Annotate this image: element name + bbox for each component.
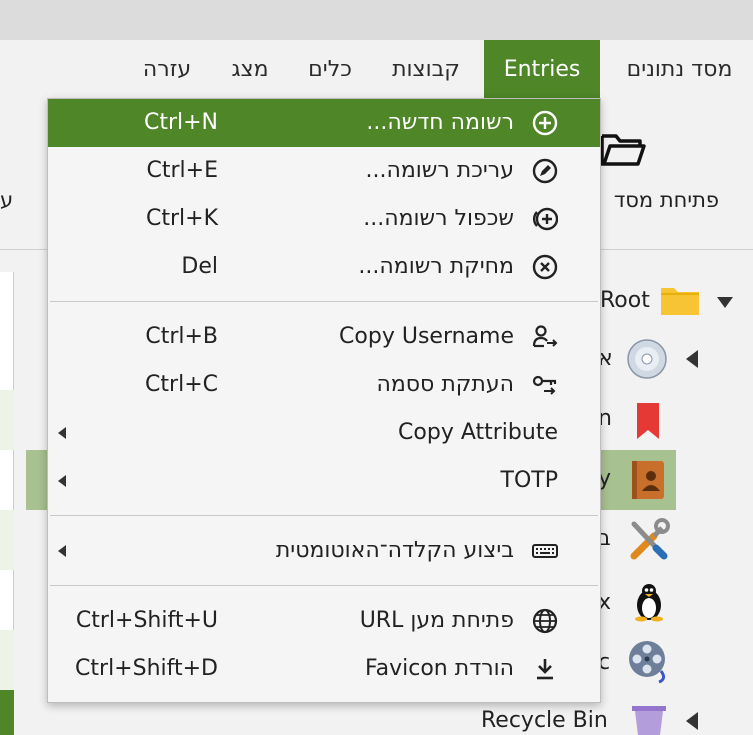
menu-item-label: Copy Attribute (398, 420, 558, 445)
menu-help[interactable]: עזרה (126, 40, 208, 98)
menu-groups[interactable]: קבוצות (374, 40, 478, 98)
menu-separator (50, 301, 598, 302)
menu-item-copy-username[interactable]: Copy Username Ctrl+B (48, 313, 600, 361)
menubar: מסד נתונים Entries קבוצות כלים מצג עזרה (0, 40, 753, 98)
menu-item-shortcut: Ctrl+Shift+D (75, 656, 218, 681)
menu-item-shortcut: Ctrl+N (143, 110, 218, 135)
contact-book-icon (632, 461, 664, 499)
cd-icon (627, 339, 667, 379)
expand-arrow-icon[interactable] (686, 712, 698, 730)
menu-item-new-entry[interactable]: רשומה חדשה... Ctrl+N (48, 99, 600, 147)
linux-icon (635, 584, 663, 622)
menu-database[interactable]: מסד נתונים (606, 40, 753, 98)
menu-separator (50, 515, 598, 516)
user-copy-icon (532, 325, 558, 348)
menu-item-shortcut: Ctrl+E (146, 158, 218, 183)
menu-item-label: העתקת ססמה (376, 372, 514, 397)
add-circle-icon (532, 110, 558, 136)
delete-circle-icon (532, 254, 558, 280)
expand-arrow-icon[interactable] (686, 350, 698, 368)
menu-item-shortcut: Ctrl+K (145, 206, 218, 231)
menu-item-shortcut: Ctrl+B (145, 324, 218, 349)
toolbar-button-label-clipped[interactable]: ע (0, 188, 13, 212)
menu-item-label: שכפול רשומה... (363, 206, 514, 231)
menu-item-shortcut: Del (181, 254, 218, 279)
bookmark-icon (637, 403, 659, 439)
submenu-arrow-icon (58, 475, 66, 487)
tree-root-label[interactable]: Root (600, 288, 650, 313)
menu-item-delete-entry[interactable]: מחיקת רשומה... Del (48, 243, 600, 291)
open-folder-icon[interactable] (598, 130, 646, 170)
recycle-bin-icon (632, 706, 666, 735)
window-titlebar (0, 0, 753, 40)
menu-item-label: עריכת רשומה... (365, 158, 515, 183)
menu-item-edit-entry[interactable]: עריכת רשומה... Ctrl+E (48, 147, 600, 195)
submenu-arrow-icon (58, 427, 66, 439)
menu-view[interactable]: מצג (214, 40, 286, 98)
tools-icon (630, 518, 670, 560)
menu-separator (50, 585, 598, 586)
tree-recycle-bin-label[interactable]: Recycle Bin (481, 708, 608, 733)
menu-tools[interactable]: כלים (292, 40, 368, 98)
film-reel-icon (629, 641, 666, 684)
menu-item-perform-autotype[interactable]: ביצוע הקלדה־האוטומטית (48, 527, 600, 575)
entries-menu-dropdown: רשומה חדשה... Ctrl+N עריכת רשומה... Ctrl… (47, 98, 601, 703)
menu-item-open-url[interactable]: פתיחת מען URL Ctrl+Shift+U (48, 597, 600, 645)
menu-item-label: הורדת Favicon (365, 656, 514, 681)
menu-item-copy-attribute[interactable]: Copy Attribute (48, 409, 600, 457)
expand-arrow-icon[interactable] (717, 297, 733, 308)
menu-item-totp[interactable]: TOTP (48, 457, 600, 505)
menu-item-label: Copy Username (339, 324, 514, 349)
keyboard-icon (532, 544, 558, 558)
globe-icon (532, 608, 558, 634)
clone-icon (532, 207, 558, 231)
menu-entries[interactable]: Entries (484, 40, 600, 98)
open-database-button-label[interactable]: פתיחת מסד (614, 188, 719, 212)
menu-item-label: ביצוע הקלדה־האוטומטית (275, 538, 514, 563)
menu-item-shortcut: Ctrl+Shift+U (75, 608, 218, 633)
download-icon (537, 659, 553, 680)
key-copy-icon (532, 375, 557, 395)
edit-circle-icon (532, 158, 558, 184)
menu-item-download-favicon[interactable]: הורדת Favicon Ctrl+Shift+D (48, 645, 600, 693)
menu-item-label: רשומה חדשה... (366, 110, 514, 135)
folder-icon (661, 288, 699, 315)
menu-item-label: מחיקת רשומה... (358, 254, 514, 279)
menu-item-label: TOTP (500, 468, 558, 493)
menu-item-label: פתיחת מען URL (359, 608, 514, 633)
menu-item-clone-entry[interactable]: שכפול רשומה... Ctrl+K (48, 195, 600, 243)
menu-item-shortcut: Ctrl+C (145, 372, 218, 397)
submenu-arrow-icon (58, 545, 66, 557)
menu-item-copy-password[interactable]: העתקת ססמה Ctrl+C (48, 361, 600, 409)
